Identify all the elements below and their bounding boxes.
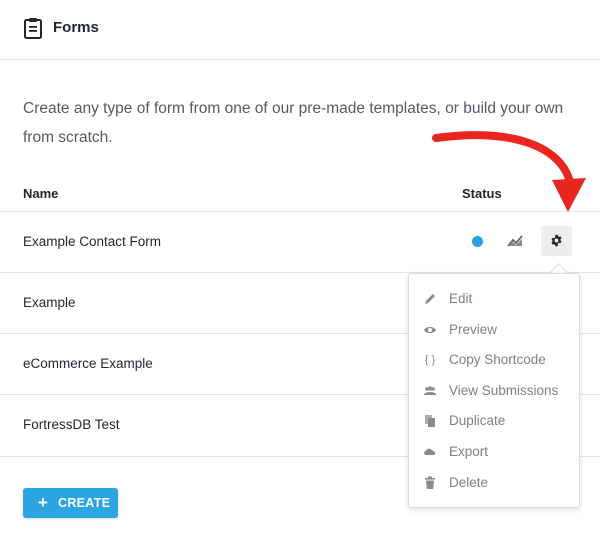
trash-icon [425,476,435,489]
menu-item-label: Export [449,444,489,459]
settings-button[interactable] [541,226,572,256]
page-title: Forms [53,19,99,36]
menu-item-label: Edit [449,291,473,306]
actions-dropdown-menu: Edit Preview { } Copy Shortcode View Sub… [408,273,580,508]
create-button[interactable]: + CREATE [23,488,118,518]
menu-item-label: Delete [449,475,489,490]
menu-item-label: View Submissions [449,383,559,398]
menu-item-duplicate[interactable]: Duplicate [409,406,579,436]
menu-item-delete[interactable]: Delete [409,468,579,498]
menu-item-label: Preview [449,322,498,337]
menu-item-export[interactable]: Export [409,437,579,467]
plus-icon: + [38,493,48,512]
eye-icon [424,327,436,333]
menu-item-copy-shortcode[interactable]: { } Copy Shortcode [409,345,579,375]
form-row-name[interactable]: eCommerce Example [23,356,153,371]
menu-item-label: Duplicate [449,413,506,428]
form-row-name[interactable]: Example [23,295,76,310]
copy-icon [425,415,435,427]
form-row-name[interactable]: FortressDB Test [23,417,120,432]
braces-icon: { } [424,354,436,366]
page-header: Forms [0,0,600,60]
status-indicator [472,236,483,247]
column-header-status: Status [462,186,502,201]
menu-item-edit[interactable]: Edit [409,284,579,314]
chart-icon[interactable] [507,233,523,247]
cloud-export-icon [424,448,436,455]
create-button-label: CREATE [58,496,111,510]
gear-icon [551,234,562,247]
form-row-name[interactable]: Example Contact Form [23,234,161,249]
pencil-icon [425,294,435,304]
users-icon [424,386,436,395]
intro-text: Create any type of form from one of our … [23,100,564,146]
table-divider [0,211,600,212]
menu-item-view-submissions[interactable]: View Submissions [409,376,579,406]
menu-item-preview[interactable]: Preview [409,315,579,345]
menu-item-label: Copy Shortcode [449,352,546,367]
clipboard-icon [24,18,42,39]
column-header-name: Name [23,186,59,201]
